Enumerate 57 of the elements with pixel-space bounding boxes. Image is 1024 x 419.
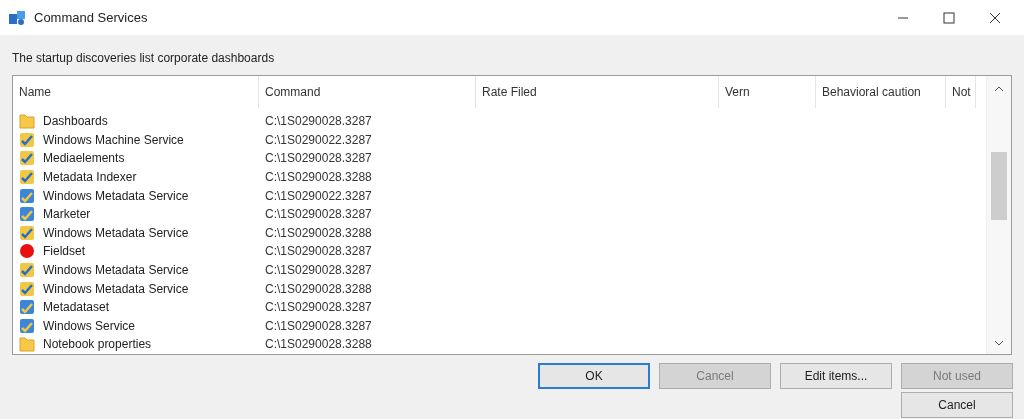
service-name: Windows Metadata Service [43, 225, 189, 240]
close-icon [989, 11, 1001, 24]
check-icon [19, 280, 35, 297]
command-path: C:\1S0290028.3287 [264, 263, 373, 278]
command-path: C:\1S0290028.3287 [264, 151, 373, 166]
command-path: C:\1S0290028.3287 [264, 244, 373, 259]
check-icon [19, 131, 35, 148]
command-path: C:\1S0290028.3288 [264, 170, 373, 185]
command-path: C:\1S0290028.3287 [264, 318, 373, 333]
check-icon [19, 187, 35, 204]
scroll-up-icon[interactable] [994, 86, 1004, 92]
column-header[interactable]: Rate Filed [476, 76, 719, 108]
service-name: Windows Metadata Service [43, 188, 189, 203]
command-path: C:\1S0290022.3287 [264, 132, 373, 147]
check-icon [19, 169, 35, 186]
dialog-button[interactable]: OK [538, 363, 650, 389]
check-icon [19, 150, 35, 167]
scrollbar[interactable] [986, 76, 1011, 354]
service-name: Windows Service [43, 318, 136, 333]
command-path: C:\1S0290022.3287 [264, 188, 373, 203]
service-name: Marketer [43, 207, 91, 222]
service-name: Metadataset [43, 300, 110, 315]
folder-icon [19, 336, 35, 353]
dialog-button[interactable]: Cancel [901, 392, 1013, 418]
column-header[interactable]: Name [13, 76, 259, 108]
service-name: Metadata Indexer [43, 170, 137, 185]
command-path: C:\1S0290028.3287 [264, 207, 373, 222]
column-header[interactable]: Not [946, 76, 976, 108]
command-path: C:\1S0290028.3287 [264, 300, 373, 315]
service-name: Notebook properties [43, 337, 152, 352]
app-icon [8, 9, 26, 26]
scroll-down-icon[interactable] [994, 340, 1004, 346]
scroll-thumb[interactable] [991, 152, 1007, 220]
check-icon [19, 224, 35, 241]
service-name: Dashboards [43, 114, 108, 129]
column-header[interactable]: Behavioral caution [816, 76, 946, 108]
command-path: C:\1S0290028.3287 [264, 114, 373, 129]
check-icon [19, 206, 35, 223]
command-path: C:\1S0290028.3288 [264, 225, 373, 240]
command-path: C:\1S0290028.3288 [264, 337, 373, 352]
dialog-button[interactable]: Edit items... [780, 363, 892, 389]
check-icon [19, 317, 35, 334]
error-icon [19, 243, 35, 260]
service-name: Windows Machine Service [43, 132, 184, 147]
window-title: Command Services [34, 10, 149, 25]
maximize-icon [943, 11, 955, 24]
service-name: Windows Metadata Service [43, 281, 189, 296]
description-text: The startup discoveries list corporate dashboards [12, 51, 275, 65]
service-name: Windows Metadata Service [43, 263, 189, 278]
folder-icon [19, 113, 35, 130]
column-header[interactable]: Vern [719, 76, 816, 108]
column-header[interactable]: Command [259, 76, 476, 108]
check-icon [19, 262, 35, 279]
service-name: Mediaelements [43, 151, 125, 166]
service-name: Fieldset [43, 244, 86, 259]
check-icon [19, 299, 35, 316]
command-path: C:\1S0290028.3288 [264, 281, 373, 296]
